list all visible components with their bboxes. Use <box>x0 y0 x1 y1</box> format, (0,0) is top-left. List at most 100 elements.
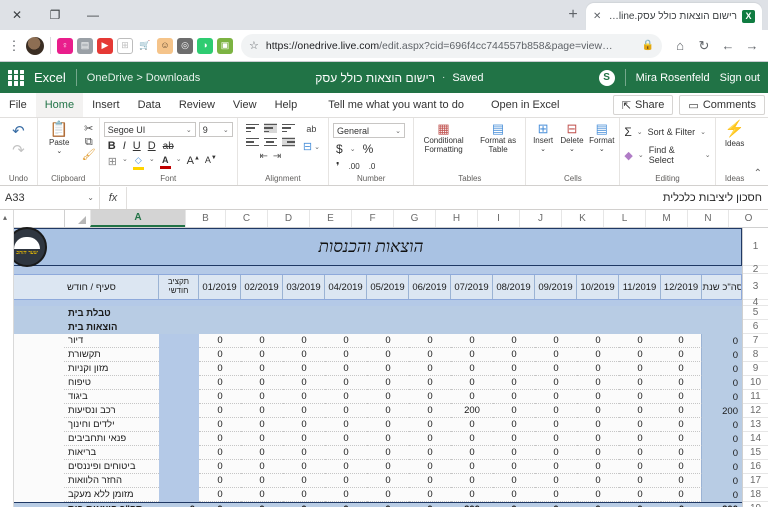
cell-annual-total-row-18[interactable]: 0 <box>702 488 742 502</box>
cell-I6[interactable] <box>451 320 493 334</box>
cell-F6[interactable] <box>325 320 367 334</box>
cell-C6[interactable] <box>199 320 241 334</box>
cell-I17[interactable]: 0 <box>451 474 493 488</box>
cell-M10[interactable]: 0 <box>619 376 661 390</box>
cell-annual-total-row-16[interactable]: 0 <box>702 460 742 474</box>
cell-B18[interactable] <box>159 488 199 502</box>
align-center-button[interactable] <box>263 137 277 147</box>
cell-H14[interactable]: 0 <box>409 432 451 446</box>
cell-E14[interactable]: 0 <box>283 432 325 446</box>
cell-H7[interactable]: 0 <box>409 334 451 348</box>
cell-G17[interactable]: 0 <box>367 474 409 488</box>
column-header-d[interactable]: D <box>267 210 309 227</box>
row-header-9[interactable]: 9 <box>743 362 768 376</box>
cell-annual-total-row-17[interactable]: 0 <box>702 474 742 488</box>
cell-F8[interactable]: 0 <box>325 348 367 362</box>
address-bar[interactable]: ☆ https://onedrive.live.com/edit.aspx?ci… <box>241 33 662 58</box>
cell-N18[interactable]: 0 <box>661 488 702 502</box>
format-dropdown-icon[interactable]: ⌄ <box>599 146 605 154</box>
cell-G13[interactable]: 0 <box>367 418 409 432</box>
number-format-select[interactable]: General ⌄ <box>333 123 406 138</box>
column-header-h[interactable]: H <box>435 210 477 227</box>
conditional-formatting-button[interactable]: ▦ Conditional Formatting <box>418 122 468 154</box>
cell-C14[interactable]: 0 <box>199 432 241 446</box>
column-header-j[interactable]: J <box>519 210 561 227</box>
cell-B17[interactable] <box>159 474 199 488</box>
cell-I7[interactable]: 0 <box>451 334 493 348</box>
cell-L9[interactable]: 0 <box>577 362 619 376</box>
extension-pink-icon[interactable]: ♀ <box>57 37 73 54</box>
increase-indent-button[interactable]: ⇥ <box>273 151 281 162</box>
row-header-12[interactable]: 12 <box>743 404 768 418</box>
column-header-e[interactable]: E <box>309 210 351 227</box>
cell-D14[interactable]: 0 <box>241 432 283 446</box>
cell-E12[interactable]: 0 <box>283 404 325 418</box>
cell-K14[interactable]: 0 <box>535 432 577 446</box>
cell-F19[interactable]: 0 <box>325 503 367 507</box>
cell-annual-total-row-7[interactable]: 0 <box>702 334 742 348</box>
extension-dark-icon[interactable]: ◎ <box>177 37 193 54</box>
tab-help[interactable]: Help <box>266 93 307 117</box>
cell-D11[interactable]: 0 <box>241 390 283 404</box>
cell-E16[interactable]: 0 <box>283 460 325 474</box>
cell-E15[interactable]: 0 <box>283 446 325 460</box>
cell-M13[interactable]: 0 <box>619 418 661 432</box>
cell-G10[interactable]: 0 <box>367 376 409 390</box>
cell-L8[interactable]: 0 <box>577 348 619 362</box>
cell-F17[interactable]: 0 <box>325 474 367 488</box>
row-header-17[interactable]: 17 <box>743 474 768 488</box>
redo-icon[interactable]: ↷ <box>11 143 26 158</box>
cell-A8[interactable]: תקשורת <box>64 348 159 362</box>
cell-M17[interactable]: 0 <box>619 474 661 488</box>
cell-J16[interactable]: 0 <box>493 460 535 474</box>
cell-A11[interactable]: ביגוד <box>64 390 159 404</box>
column-header-f[interactable]: F <box>351 210 393 227</box>
row-header-2[interactable]: 2 <box>743 264 768 275</box>
column-header-i[interactable]: I <box>477 210 519 227</box>
cell-G7[interactable]: 0 <box>367 334 409 348</box>
cell-B8[interactable] <box>159 348 199 362</box>
forward-icon[interactable]: → <box>742 36 762 56</box>
cell-J18[interactable]: 0 <box>493 488 535 502</box>
header-month-06-2019[interactable]: 06/2019 <box>408 275 450 299</box>
column-header-g[interactable]: G <box>393 210 435 227</box>
cell-A5[interactable]: טבלת בית <box>64 306 159 320</box>
autosum-dropdown-icon[interactable]: ⌄ <box>637 128 643 136</box>
cell-C8[interactable]: 0 <box>199 348 241 362</box>
row-header-19[interactable]: 19 <box>743 502 768 507</box>
cell-J15[interactable]: 0 <box>493 446 535 460</box>
extension-olive-icon[interactable]: ▣ <box>217 37 233 54</box>
row-header-7[interactable]: 7 <box>743 334 768 348</box>
cell-L17[interactable]: 0 <box>577 474 619 488</box>
cell-K5[interactable] <box>535 306 577 320</box>
cell-M18[interactable]: 0 <box>619 488 661 502</box>
cell-annual-total-row-10[interactable]: 0 <box>702 376 742 390</box>
cell-N8[interactable]: 0 <box>661 348 702 362</box>
cell-B16[interactable] <box>159 460 199 474</box>
header-month-05-2019[interactable]: 05/2019 <box>366 275 408 299</box>
cell-M8[interactable]: 0 <box>619 348 661 362</box>
bottom-align-button[interactable] <box>281 123 295 133</box>
cell-G5[interactable] <box>367 306 409 320</box>
font-name-select[interactable]: Segoe UI ⌄ <box>103 122 196 137</box>
cell-B14[interactable] <box>159 432 199 446</box>
column-header-a[interactable]: A <box>90 210 185 227</box>
cell-F12[interactable]: 0 <box>325 404 367 418</box>
wrap-text-button[interactable]: ⊟ <box>303 140 312 153</box>
insert-cells-button[interactable]: ⊞ Insert ⌄ <box>530 122 555 154</box>
borders-dropdown-icon[interactable]: ⌄ <box>122 155 128 163</box>
cell-C17[interactable]: 0 <box>199 474 241 488</box>
tab-view[interactable]: View <box>224 93 266 117</box>
cell-K11[interactable]: 0 <box>535 390 577 404</box>
cell-J10[interactable]: 0 <box>493 376 535 390</box>
header-month-10-2019[interactable]: 10/2019 <box>576 275 618 299</box>
cell-M11[interactable]: 0 <box>619 390 661 404</box>
cell-I14[interactable]: 0 <box>451 432 493 446</box>
header-month-11-2019[interactable]: 11/2019 <box>618 275 660 299</box>
fill-color-button[interactable]: ◇ <box>132 155 144 170</box>
cell-annual-total-row-11[interactable]: 0 <box>702 390 742 404</box>
cell-H13[interactable]: 0 <box>409 418 451 432</box>
column-header-b[interactable]: B <box>185 210 225 227</box>
cell-D15[interactable]: 0 <box>241 446 283 460</box>
cell-K6[interactable] <box>535 320 577 334</box>
